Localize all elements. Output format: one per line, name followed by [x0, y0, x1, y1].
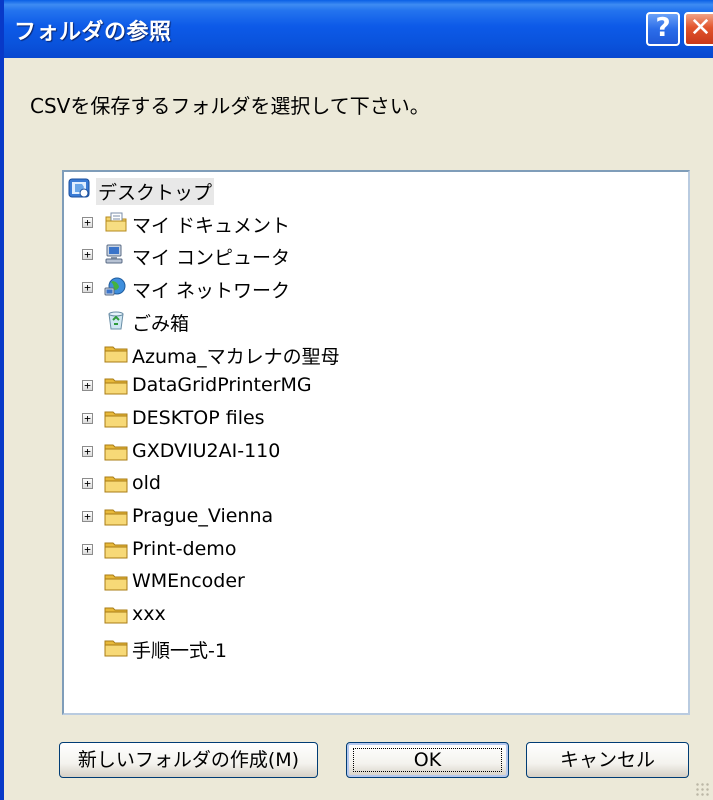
folder-icon	[104, 440, 128, 462]
expand-toggle[interactable]: +	[82, 543, 93, 555]
expand-toggle[interactable]: +	[82, 445, 93, 457]
folder-icon	[104, 538, 128, 560]
tree-item-label: WMEncoder	[132, 570, 245, 593]
folder-icon	[104, 603, 128, 625]
folder-icon	[104, 374, 128, 396]
folder-icon	[104, 636, 128, 658]
tree-item-label: マイ コンピュータ	[132, 247, 291, 270]
desktop-icon	[68, 178, 92, 200]
my-documents-icon	[104, 211, 128, 233]
window-title: フォルダの参照	[14, 20, 172, 45]
expand-toggle[interactable]: +	[82, 216, 93, 228]
tree-item-label: ごみ箱	[132, 312, 190, 335]
tree-item-label: xxx	[132, 603, 166, 626]
resize-grip[interactable]	[695, 782, 709, 796]
expand-toggle[interactable]: +	[82, 380, 93, 392]
cancel-button[interactable]: キャンセル	[526, 742, 689, 778]
tree-item[interactable]: + old	[64, 468, 684, 499]
close-button[interactable]: ✕	[684, 12, 713, 46]
expand-toggle[interactable]: +	[82, 249, 93, 261]
dialog-window: フォルダの参照 ? ✕ CSVを保存するフォルダを選択して下さい。 デスクトップ…	[0, 0, 713, 800]
tree-item[interactable]: + マイ コンピュータ	[64, 239, 684, 270]
tree-item-label: 手順一式-1	[132, 639, 227, 662]
tree-item-label: GXDVIU2AI-110	[132, 439, 281, 462]
tree-item-label: マイ ドキュメント	[132, 214, 291, 237]
tree-item[interactable]: + DESKTOP files	[64, 403, 684, 434]
dialog-description: CSVを保存するフォルダを選択して下さい。	[30, 94, 430, 118]
tree-item[interactable]: xxx	[64, 599, 684, 630]
tree-item[interactable]: + マイ ドキュメント	[64, 207, 684, 238]
tree-item[interactable]: 手順一式-1	[64, 632, 684, 663]
tree-item-label: Print-demo	[132, 537, 237, 560]
tree-item-label: old	[132, 472, 161, 495]
folder-icon	[104, 505, 128, 527]
help-button[interactable]: ?	[646, 12, 680, 46]
expand-toggle[interactable]: +	[82, 412, 93, 424]
expand-toggle[interactable]: +	[82, 511, 93, 522]
my-computer-icon	[104, 243, 128, 265]
tree-item[interactable]: + Print-demo	[64, 534, 684, 565]
ok-button[interactable]: OK	[346, 742, 509, 778]
tree-item-label: DESKTOP files	[132, 406, 265, 429]
tree-item-label: Azuma_マカレナの聖母	[132, 345, 340, 368]
folder-tree[interactable]: デスクトップ + マイ ドキュメント + マイ コンピュータ + マイ ネットワーク ごみ箱 A…	[62, 170, 690, 715]
folder-icon	[104, 570, 128, 592]
focus-ring	[353, 748, 502, 772]
recycle-bin-icon	[104, 309, 128, 331]
expand-toggle[interactable]: +	[82, 478, 93, 490]
tree-item[interactable]: + DataGridPrinterMG	[64, 370, 684, 401]
new-folder-button[interactable]: 新しいフォルダの作成(M)	[59, 742, 318, 778]
tree-item[interactable]: + Prague_Vienna	[64, 501, 684, 532]
folder-icon	[104, 472, 128, 494]
my-network-icon	[104, 276, 128, 298]
folder-icon	[104, 342, 128, 364]
tree-item-label: Prague_Vienna	[132, 505, 274, 527]
tree-item-label: デスクトップ	[96, 178, 215, 205]
tree-item-label: DataGridPrinterMG	[132, 374, 312, 397]
title-bar[interactable]: フォルダの参照 ? ✕	[4, 0, 713, 58]
tree-item[interactable]: ごみ箱	[64, 305, 684, 336]
tree-item[interactable]: + マイ ネットワーク	[64, 272, 684, 303]
tree-item-label: マイ ネットワーク	[132, 280, 291, 303]
tree-item[interactable]: Azuma_マカレナの聖母	[64, 338, 684, 369]
expand-toggle[interactable]: +	[82, 282, 93, 294]
tree-item[interactable]: + GXDVIU2AI-110	[64, 436, 684, 467]
tree-item[interactable]: WMEncoder	[64, 566, 684, 597]
folder-icon	[104, 407, 128, 429]
tree-root-item[interactable]: デスクトップ	[64, 174, 684, 205]
